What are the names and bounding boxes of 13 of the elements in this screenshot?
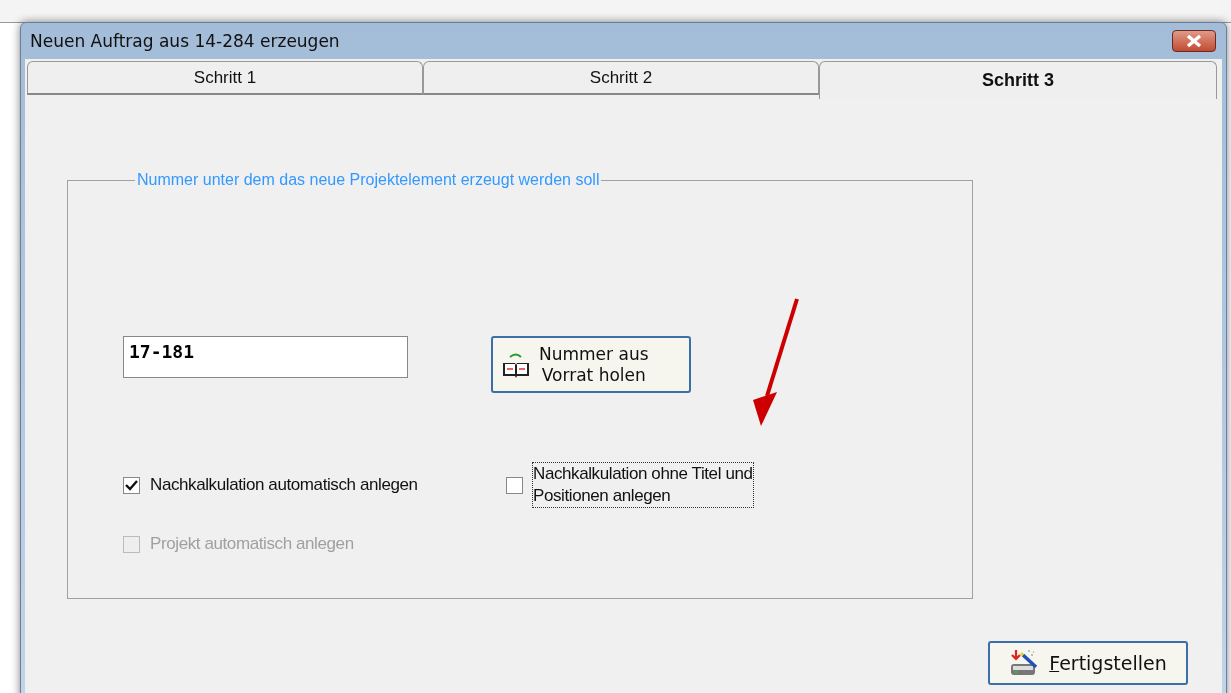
close-icon (1185, 34, 1203, 48)
tab[interactable]: Schritt 3 (819, 61, 1217, 99)
checkmark-icon (125, 479, 138, 491)
finish-button[interactable]: Fertigstellen (988, 641, 1188, 685)
tab[interactable]: Schritt 1 (27, 61, 423, 95)
close-button[interactable] (1172, 30, 1216, 52)
checkbox-option[interactable]: Nachkalkulation automatisch anlegen (123, 463, 506, 507)
window-title: Neuen Auftrag aus 14-284 erzeugen (30, 31, 340, 51)
group-legend: Nummer unter dem das neue Projektelement erzeugt werden soll (135, 171, 602, 189)
checkbox-option[interactable]: Nachkalkulation ohne Titel und Positionen anlegen (506, 463, 972, 507)
fetch-number-button[interactable]: Nummer aus Vorrat holen (491, 336, 691, 393)
number-field[interactable]: 17-181 (123, 336, 408, 378)
tab[interactable]: Schritt 2 (423, 61, 819, 95)
